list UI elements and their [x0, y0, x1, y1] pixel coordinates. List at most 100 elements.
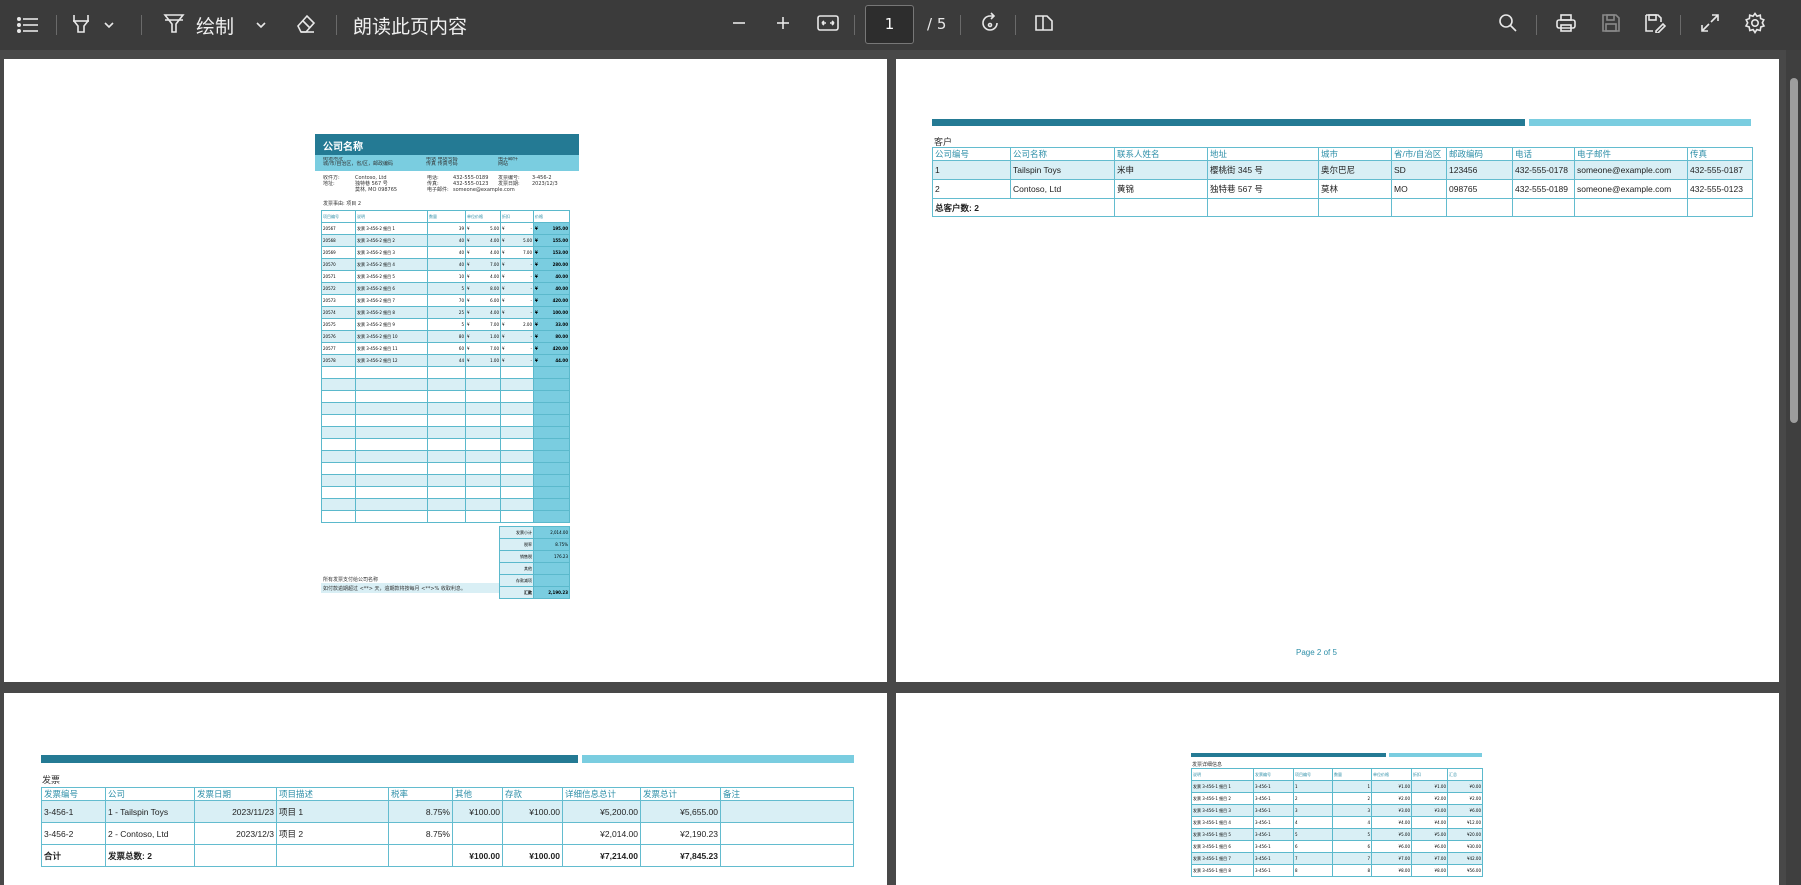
currency-symbol: ¥ — [535, 334, 538, 339]
expand-icon — [1700, 13, 1720, 37]
document-viewer[interactable]: 公司名称 街道地址 城/市/自治区，省/区，邮政编码 电话 电话号码 传真 传真号码… — [0, 50, 1801, 885]
item-cell: ¥7.00 — [465, 342, 501, 355]
detail-cell: 4 — [1293, 816, 1333, 829]
details-col-header: 项目编号 — [1293, 768, 1333, 781]
item-cell: 发票 3-456-2 细目 4 — [355, 258, 428, 271]
details-col-header: 折扣 — [1411, 768, 1448, 781]
draw-dropdown[interactable] — [252, 10, 270, 40]
late-fee-note: 如付款逾期超过 <**> 天，逾期款将按每月 <**>% 收取利息。 — [321, 583, 499, 593]
save-as-button[interactable] — [1641, 10, 1669, 40]
item-cell: 40 — [427, 246, 466, 259]
item-cell: ¥80.00 — [533, 330, 570, 343]
detail-cell: ¥2.00 — [1447, 792, 1483, 805]
invoice-item-row: 20572 发票 3-456-2 细目 6 5 ¥8.00 ¥ - ¥40.00 — [321, 282, 570, 295]
currency-symbol: ¥ — [467, 298, 470, 303]
detail-cell: 发票 3-456-1 细目 1 — [1191, 780, 1254, 793]
invoice-cell: ¥2,014.00 — [562, 822, 641, 845]
item-value: 420.00 — [552, 298, 568, 303]
zoom-out-button[interactable] — [728, 10, 750, 40]
currency-symbol: ¥ — [502, 250, 505, 255]
fullscreen-button[interactable] — [1696, 10, 1724, 40]
invoice-cell — [720, 800, 854, 823]
item-cell: ¥4.00 — [465, 270, 501, 283]
pdf-page-4: 发票详细信息 说明 发票编号 项目编号 数量 单位价格 折扣 汇总 发票 3-456-1 细… — [896, 693, 1779, 885]
item-cell: 40 — [427, 234, 466, 247]
item-cell: 20569 — [321, 246, 356, 259]
bill-addr-label: 地址: — [323, 181, 335, 187]
detail-row: 发票 3-456-1 细目 5 3-456-1 5 5 ¥5.00 ¥5.00 ¥20.00 — [1191, 828, 1483, 841]
invoice-date: 2023/12/3 — [532, 181, 558, 187]
item-cell: ¥5.00 — [465, 222, 501, 235]
item-cell: 发票 3-456-2 细目 8 — [355, 306, 428, 319]
invoice-cell: 2023/11/23 — [194, 800, 277, 823]
invoice-cell: 2 - Contoso, Ltd — [105, 822, 195, 845]
detail-cell: ¥8.00 — [1411, 864, 1448, 877]
item-cell: ¥ - — [500, 282, 534, 295]
col-qty: 数量 — [427, 210, 466, 223]
fit-width-button[interactable] — [814, 10, 842, 40]
gear-icon — [1744, 12, 1766, 38]
erase-button[interactable] — [292, 10, 320, 40]
item-cell: ¥33.00 — [533, 318, 570, 331]
detail-row: 发票 3-456-1 细目 6 3-456-1 6 6 ¥6.00 ¥6.00 ¥30.00 — [1191, 840, 1483, 853]
highlight-dropdown[interactable] — [100, 10, 118, 40]
customer-cell: 莫林 — [1318, 179, 1392, 199]
detail-cell: 发票 3-456-1 细目 2 — [1191, 792, 1254, 805]
fit-width-icon — [817, 14, 839, 36]
page-view-button[interactable] — [1030, 10, 1058, 40]
search-icon — [1498, 13, 1518, 37]
read-aloud-button[interactable]: 朗读此页内容 — [353, 10, 483, 40]
detail-cell: ¥4.00 — [1411, 816, 1448, 829]
scrollbar-thumb[interactable] — [1790, 78, 1798, 423]
detail-cell: 2 — [1293, 792, 1333, 805]
print-button[interactable] — [1552, 10, 1580, 40]
item-cell: ¥4.00 — [465, 234, 501, 247]
item-cell: ¥2.00 — [500, 318, 534, 331]
item-value: 280.00 — [552, 262, 568, 267]
currency-symbol: ¥ — [467, 322, 470, 327]
invoices-col-header: 发票日期 — [194, 787, 277, 801]
save-button[interactable] — [1597, 10, 1625, 40]
detail-cell: ¥6.00 — [1447, 804, 1483, 817]
currency-symbol: ¥ — [535, 322, 538, 327]
invoice-total-cell: 合计 — [41, 844, 106, 867]
contents-list-icon[interactable] — [12, 10, 44, 40]
item-cell: 发票 3-456-2 细目 1 — [355, 222, 428, 235]
detail-cell: ¥30.00 — [1447, 840, 1483, 853]
website-line: 网站 — [498, 161, 509, 167]
item-cell: 80 — [427, 330, 466, 343]
customers-col-header: 公司编号 — [932, 147, 1011, 161]
page-number-input[interactable]: 1 — [865, 5, 914, 44]
customers-col-header: 邮政编码 — [1446, 147, 1513, 161]
customers-col-header: 地址 — [1207, 147, 1319, 161]
invoice-cell: ¥100.00 — [502, 800, 563, 823]
section-title-invoice-details: 发票详细信息 — [1192, 762, 1223, 768]
vertical-scrollbar[interactable] — [1786, 50, 1801, 885]
summary-label: 税率 — [499, 538, 534, 551]
currency-symbol: ¥ — [502, 238, 505, 243]
currency-symbol: ¥ — [467, 346, 470, 351]
draw-button[interactable]: 绘制 — [162, 10, 262, 40]
rotate-button[interactable] — [976, 10, 1004, 40]
detail-cell: 7 — [1293, 852, 1333, 865]
customer-cell: someone@example.com — [1574, 160, 1688, 180]
zoom-in-button[interactable] — [772, 10, 794, 40]
customer-cell: Contoso, Ltd — [1010, 179, 1115, 199]
item-cell: 20575 — [321, 318, 356, 331]
invoices-col-header: 项目描述 — [276, 787, 389, 801]
detail-cell: 3-456-1 — [1253, 828, 1294, 841]
item-value: - — [530, 358, 532, 363]
search-button[interactable] — [1495, 10, 1521, 40]
settings-button[interactable] — [1741, 10, 1769, 40]
invoice-total-cell: 发票总数: 2 — [105, 844, 195, 867]
currency-symbol: ¥ — [535, 286, 538, 291]
detail-cell: 4 — [1332, 816, 1372, 829]
page-accent-dark — [1191, 753, 1386, 757]
detail-cell: ¥7.00 — [1371, 852, 1412, 865]
detail-cell: 3-456-1 — [1253, 816, 1294, 829]
detail-cell: ¥0.00 — [1447, 780, 1483, 793]
highlight-button[interactable] — [66, 10, 96, 40]
detail-cell: 发票 3-456-1 细目 8 — [1191, 864, 1254, 877]
empty-item-row — [321, 498, 570, 511]
draw-pen-icon — [162, 12, 186, 38]
